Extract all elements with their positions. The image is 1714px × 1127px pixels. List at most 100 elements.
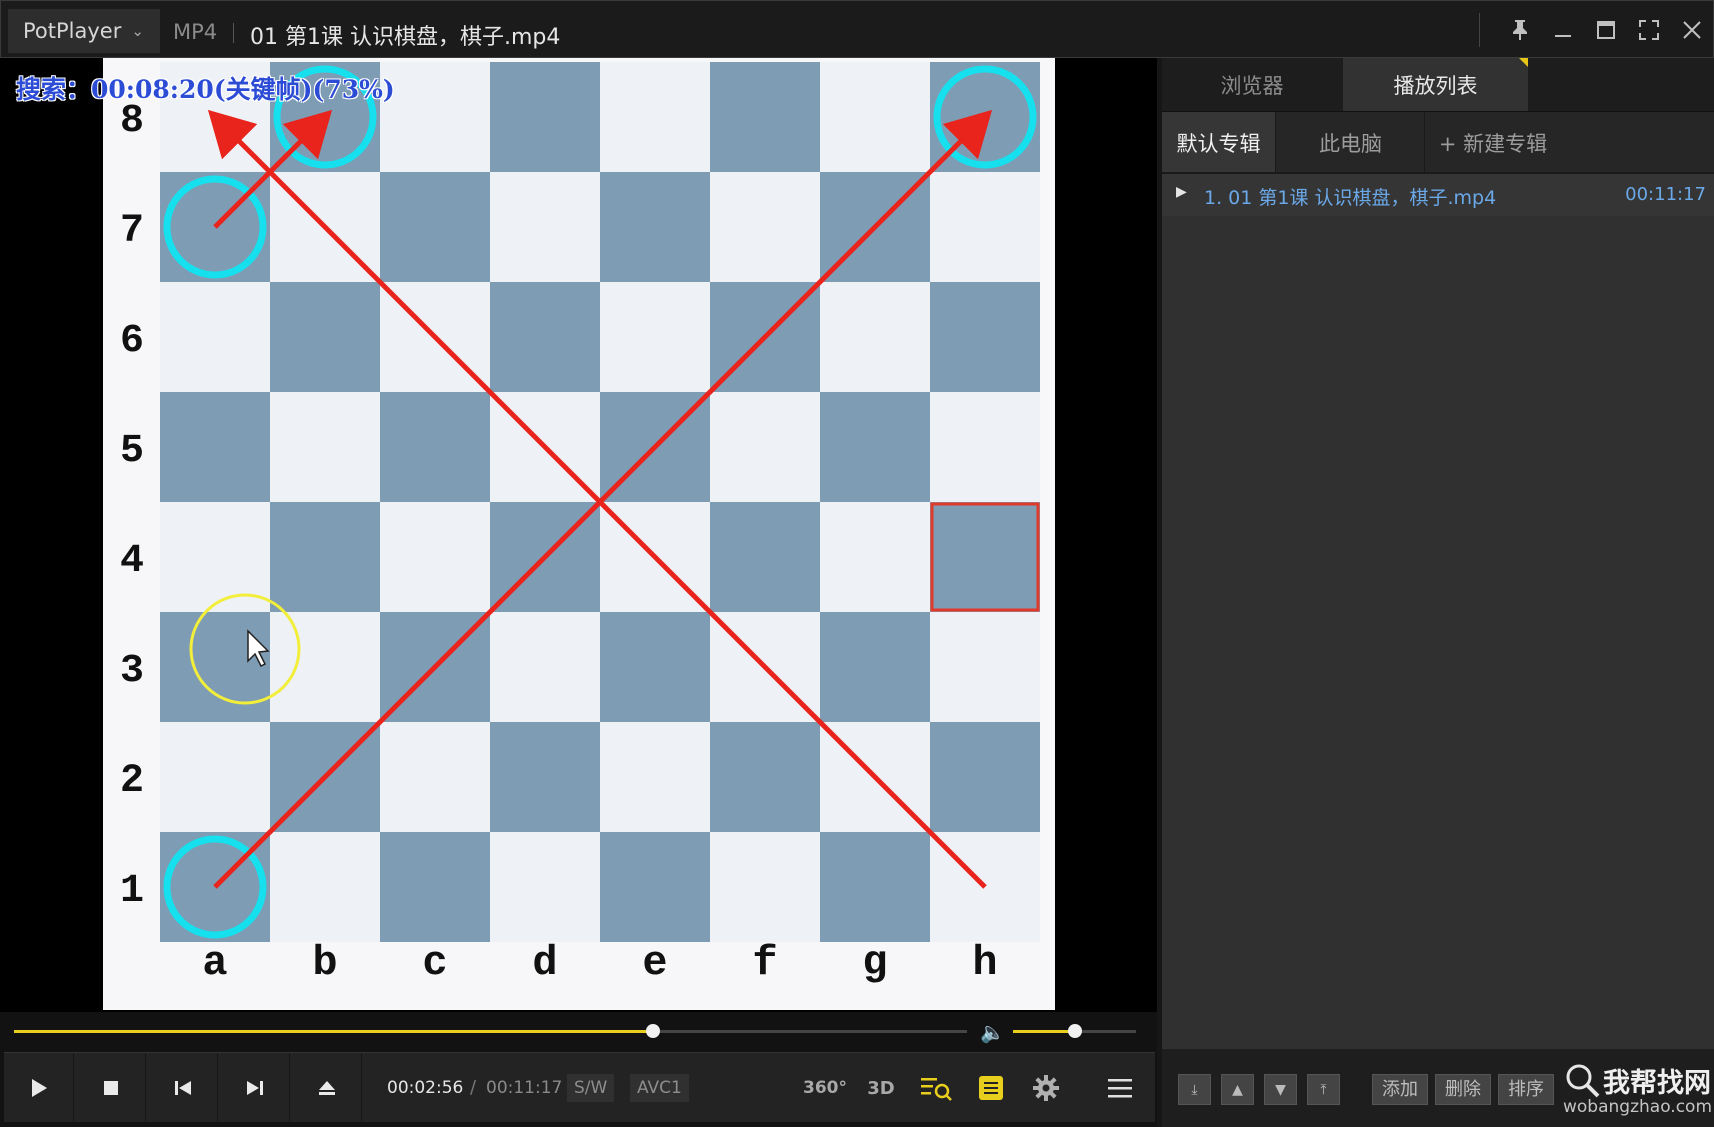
album-tabs: 默认专辑 此电脑 + 新建专辑 [1162, 111, 1714, 173]
move-to-bottom-button[interactable]: ⤒ [1307, 1074, 1340, 1105]
move-bottom-icon: ⤒ [1320, 1081, 1327, 1098]
album-default[interactable]: 默认专辑 [1162, 112, 1276, 173]
seek-bar-handle[interactable] [645, 1024, 660, 1038]
board-square [930, 282, 1040, 392]
board-square [600, 612, 710, 722]
close-button[interactable] [1670, 1, 1713, 59]
move-top-icon: ⤓ [1191, 1081, 1198, 1098]
board-square [270, 832, 380, 942]
board-square [270, 392, 380, 502]
gear-icon [1033, 1075, 1059, 1101]
play-button[interactable] [4, 1053, 74, 1123]
time-separator: / [470, 1077, 477, 1098]
watermark-logo: 我帮找网 wobangzhao.com [1563, 1061, 1712, 1121]
board-square [820, 62, 930, 172]
list-item-title: 1. 01 第1课 认识棋盘，棋子.mp4 [1204, 187, 1497, 209]
file-label: a [202, 939, 227, 987]
list-search-icon [921, 1078, 952, 1101]
board-square [270, 502, 380, 612]
board-square [820, 282, 930, 392]
board-square [380, 172, 490, 282]
board-square [930, 392, 1040, 502]
watermark-text: 我帮找网 [1603, 1068, 1711, 1099]
app-menu-button[interactable]: PotPlayer ⌄ [8, 9, 160, 53]
move-down-button[interactable]: ▼ [1264, 1074, 1297, 1105]
video-area[interactable]: 87654321abcdefgh 搜索：00:08:20(关键帧)(73%) [0, 58, 1157, 1012]
add-button[interactable]: 添加 [1372, 1074, 1428, 1105]
rank-label: 5 [120, 429, 144, 474]
board-square [270, 612, 380, 722]
file-label: b [312, 939, 337, 987]
renderer-badge[interactable]: S/W [567, 1074, 615, 1102]
move-up-button[interactable]: ▲ [1221, 1074, 1254, 1105]
move-to-top-button[interactable]: ⤓ [1178, 1074, 1211, 1105]
video-frame-chessboard: 87654321a b c d e f g h [103, 58, 1055, 1010]
board-square [600, 282, 710, 392]
rank-label: 1 [120, 869, 144, 914]
album-this-computer[interactable]: 此电脑 [1277, 112, 1425, 173]
rank-label: 6 [120, 319, 144, 364]
volume-slider[interactable] [1013, 1024, 1136, 1038]
board-square [710, 722, 820, 832]
main-menu-button[interactable] [1102, 1071, 1138, 1105]
skip-next-icon [246, 1081, 263, 1095]
search-list-button[interactable] [918, 1071, 954, 1105]
pin-button[interactable] [1498, 1, 1541, 59]
sort-button[interactable]: 排序 [1498, 1074, 1554, 1105]
playlist-toggle-button[interactable] [974, 1071, 1008, 1105]
playlist: ▶ 1. 01 第1课 认识棋盘，棋子.mp4 00:11:17 [1162, 172, 1714, 1049]
stop-button[interactable] [76, 1053, 146, 1123]
panel-tabs: 浏览器 播放列表 [1162, 58, 1714, 111]
board-square [710, 832, 820, 942]
maximize-button[interactable] [1584, 1, 1627, 59]
board-square [930, 172, 1040, 282]
codec-badge[interactable]: AVC1 [630, 1074, 689, 1102]
playlist-icon [979, 1076, 1003, 1100]
3d-button[interactable]: 3D [864, 1071, 898, 1105]
board-square [490, 172, 600, 282]
previous-button[interactable] [148, 1053, 218, 1123]
file-label: e [642, 939, 667, 987]
seek-bar-progress [14, 1030, 653, 1033]
board-square [160, 722, 270, 832]
triangle-up-icon: ▲ [1232, 1081, 1243, 1098]
settings-button[interactable] [1028, 1071, 1064, 1105]
total-time: 00:11:17 [486, 1078, 563, 1098]
board-square [160, 392, 270, 502]
board-square [930, 502, 1040, 612]
open-file-button[interactable] [292, 1053, 362, 1123]
board-square [600, 172, 710, 282]
board-square [710, 172, 820, 282]
list-item-duration: 00:11:17 [1625, 184, 1706, 205]
divider [233, 23, 234, 43]
minimize-button[interactable] [1541, 1, 1584, 59]
board-square [160, 282, 270, 392]
volume-level [1013, 1030, 1075, 1033]
board-square [380, 62, 490, 172]
board-square [490, 832, 600, 942]
board-square [600, 722, 710, 832]
board-square [820, 832, 930, 942]
volume-icon[interactable]: 🔈 [980, 1020, 1005, 1044]
delete-button[interactable]: 删除 [1435, 1074, 1491, 1105]
seek-bar[interactable] [14, 1024, 967, 1038]
fullscreen-button[interactable] [1627, 1, 1670, 59]
format-label: MP4 [173, 20, 218, 44]
triangle-down-icon: ▼ [1275, 1081, 1286, 1098]
vr-360-button[interactable]: 360° [803, 1071, 847, 1105]
next-button[interactable] [220, 1053, 290, 1123]
board-square [490, 282, 600, 392]
window-title: 01 第1课 认识棋盘，棋子.mp4 [250, 25, 561, 50]
new-album-button[interactable]: + 新建专辑 [1426, 112, 1560, 173]
minimize-icon [1554, 35, 1571, 37]
title-bar: PotPlayer ⌄ MP4 01 第1课 认识棋盘，棋子.mp4 [0, 0, 1714, 58]
board-square [380, 502, 490, 612]
list-item[interactable]: ▶ 1. 01 第1课 认识棋盘，棋子.mp4 00:11:17 [1162, 174, 1714, 216]
rank-label: 7 [120, 209, 144, 254]
board-square [710, 392, 820, 502]
tab-playlist[interactable]: 播放列表 [1343, 58, 1528, 111]
file-label: g [862, 939, 887, 987]
board-square [710, 62, 820, 172]
tab-browser[interactable]: 浏览器 [1162, 58, 1342, 111]
volume-handle[interactable] [1067, 1024, 1082, 1038]
